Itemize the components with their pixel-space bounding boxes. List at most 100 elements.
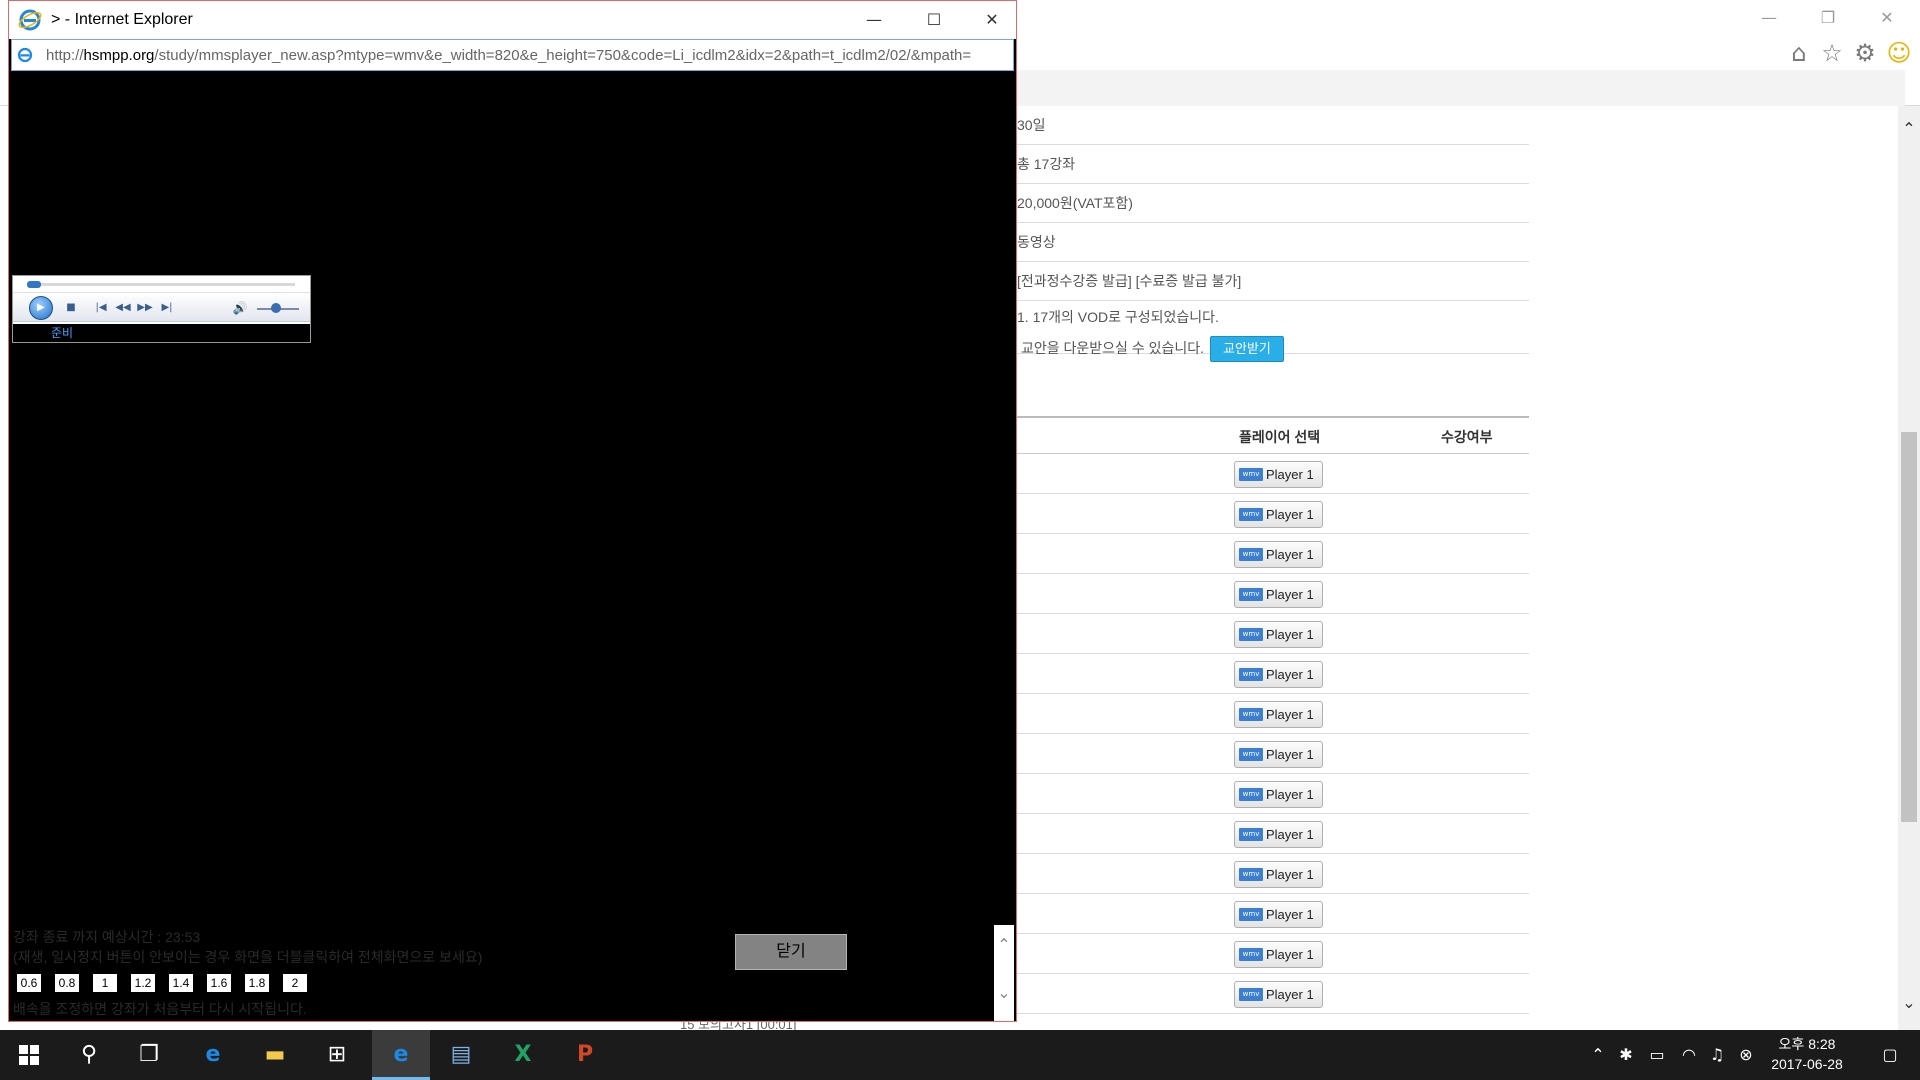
- next-icon[interactable]: ▶|: [159, 300, 175, 316]
- file-explorer-icon[interactable]: ▬: [250, 1030, 300, 1080]
- player-1-button[interactable]: wmv Player 1: [1234, 981, 1323, 1008]
- seek-knob[interactable]: [27, 281, 41, 288]
- player-1-button[interactable]: wmv Player 1: [1234, 821, 1323, 848]
- table-row: wmv Player 1: [1015, 774, 1529, 814]
- table-row: wmv Player 1: [1015, 734, 1529, 774]
- bluetooth-icon[interactable]: ✱: [1614, 1030, 1638, 1080]
- speed-button[interactable]: 1.8: [244, 973, 270, 993]
- player-content-area[interactable]: ▶ ■ |◀ ◀◀ ▶▶ ▶| 🔊 준비 강좌 종료 까지 예상시간 : 23:…: [10, 73, 1015, 1021]
- wifi-icon[interactable]: ◠: [1676, 1030, 1702, 1080]
- feedback-smiley-icon[interactable]: ☺: [1884, 38, 1914, 68]
- player-button-label: Player 1: [1266, 467, 1314, 482]
- player-button-label: Player 1: [1266, 667, 1314, 682]
- wmv-badge-icon: wmv: [1239, 508, 1263, 521]
- player-1-button[interactable]: wmv Player 1: [1234, 741, 1323, 768]
- player-1-button[interactable]: wmv Player 1: [1234, 661, 1323, 688]
- scroll-down-arrow-icon[interactable]: ⌄: [1898, 992, 1920, 1014]
- wmv-badge-icon: wmv: [1239, 548, 1263, 561]
- powerpoint-icon[interactable]: P: [560, 1030, 610, 1080]
- popup-scroll-down-icon[interactable]: ⌄: [994, 975, 1014, 1011]
- speed-button[interactable]: 2: [282, 973, 308, 993]
- player-1-button[interactable]: wmv Player 1: [1234, 461, 1323, 488]
- favorites-star-icon[interactable]: ☆: [1817, 38, 1847, 68]
- remaining-time-text: 강좌 종료 까지 예상시간 : 23:53: [13, 929, 201, 945]
- internet-explorer-icon[interactable]: e: [372, 1030, 430, 1080]
- player-1-button[interactable]: wmv Player 1: [1234, 861, 1323, 888]
- player-1-button[interactable]: wmv Player 1: [1234, 501, 1323, 528]
- volume-icon[interactable]: ♫: [1704, 1030, 1730, 1080]
- search-icon[interactable]: ⚲: [64, 1030, 114, 1080]
- previous-icon[interactable]: |◀: [93, 300, 109, 316]
- speed-button[interactable]: 1.2: [130, 973, 156, 993]
- wmv-badge-icon: wmv: [1239, 868, 1263, 881]
- close-button[interactable]: 닫기: [735, 934, 847, 970]
- popup-scroll-up-icon[interactable]: ⌃: [994, 927, 1014, 963]
- bg-minimize-button[interactable]: —: [1754, 6, 1784, 30]
- popup-maximize-button[interactable]: ☐: [912, 5, 956, 35]
- bg-restore-button[interactable]: ❐: [1813, 6, 1843, 30]
- play-icon[interactable]: ▶: [29, 296, 53, 320]
- player-button-label: Player 1: [1266, 547, 1314, 562]
- download-materials-button[interactable]: 교안받기: [1210, 336, 1284, 363]
- player-1-button[interactable]: wmv Player 1: [1234, 621, 1323, 648]
- home-icon[interactable]: ⌂: [1784, 38, 1814, 68]
- player-button-label: Player 1: [1266, 947, 1314, 962]
- player-button-label: Player 1: [1266, 867, 1314, 882]
- rewind-icon[interactable]: ◀◀: [115, 300, 131, 316]
- table-row: wmv Player 1: [1015, 534, 1529, 574]
- settings-gear-icon[interactable]: ⚙: [1850, 38, 1880, 68]
- clock[interactable]: 오후 8:28 2017-06-28: [1752, 1034, 1862, 1074]
- header-player-select: 플레이어 선택: [1239, 429, 1321, 445]
- player-1-button[interactable]: wmv Player 1: [1234, 541, 1323, 568]
- speed-button[interactable]: 0.6: [16, 973, 42, 993]
- speed-button[interactable]: 0.8: [54, 973, 80, 993]
- background-scrollbar[interactable]: ⌃ ⌄: [1898, 106, 1920, 1030]
- fullscreen-hint-text: (재생, 일시정지 버튼이 안보이는 경우 화면을 더블클릭하여 전체화면으로 …: [13, 949, 483, 965]
- volume-icon[interactable]: 🔊: [231, 300, 249, 316]
- popup-title: > - Internet Explorer: [51, 11, 193, 28]
- address-bar[interactable]: http://hsmpp.org/study/mmsplayer_new.asp…: [11, 39, 1014, 71]
- player-button-label: Player 1: [1266, 787, 1314, 802]
- popup-minimize-button[interactable]: —: [852, 5, 896, 35]
- wmv-badge-icon: wmv: [1239, 628, 1263, 641]
- player-popup-window: > - Internet Explorer — ☐ ✕ http://hsmpp…: [8, 0, 1017, 1022]
- store-icon[interactable]: ⊞: [312, 1030, 362, 1080]
- wmv-badge-icon: wmv: [1239, 788, 1263, 801]
- course-detail-content: 30일 총 17강좌 20,000원(VAT포함) 동영상 [전과정수강증 발급…: [1015, 106, 1905, 1030]
- battery-icon[interactable]: ▭: [1644, 1030, 1670, 1080]
- popup-close-button[interactable]: ✕: [970, 5, 1014, 35]
- popup-scrollbar[interactable]: ⌃ ⌄: [994, 925, 1014, 1021]
- bg-close-button[interactable]: ✕: [1872, 6, 1902, 30]
- address-url[interactable]: http://hsmpp.org/study/mmsplayer_new.asp…: [46, 47, 1014, 64]
- player-status: 준비: [13, 324, 310, 342]
- player-1-button[interactable]: wmv Player 1: [1234, 701, 1323, 728]
- wmv-badge-icon: wmv: [1239, 588, 1263, 601]
- speed-button[interactable]: 1.6: [206, 973, 232, 993]
- reader-app-icon[interactable]: ▤: [436, 1030, 486, 1080]
- fast-forward-icon[interactable]: ▶▶: [137, 300, 153, 316]
- task-view-icon[interactable]: ❐: [124, 1030, 174, 1080]
- lecture-table-header: 플레이어 선택 수강여부: [1015, 418, 1529, 454]
- wmv-badge-icon: wmv: [1239, 468, 1263, 481]
- player-1-button[interactable]: wmv Player 1: [1234, 581, 1323, 608]
- seek-bar[interactable]: [27, 281, 295, 288]
- wmv-badge-icon: wmv: [1239, 988, 1263, 1001]
- stop-icon[interactable]: ■: [63, 300, 79, 316]
- windows-start-icon[interactable]: [4, 1030, 54, 1080]
- speed-button[interactable]: 1: [92, 973, 118, 993]
- scroll-thumb[interactable]: [1901, 432, 1917, 822]
- table-row: wmv Player 1: [1015, 814, 1529, 854]
- action-center-icon[interactable]: ▢: [1870, 1030, 1910, 1080]
- lecture-table: 플레이어 선택 수강여부 wmv Player 1 wmv Player 1 wmv Pl…: [1015, 416, 1529, 1014]
- excel-icon[interactable]: X: [498, 1030, 548, 1080]
- volume-knob[interactable]: [270, 303, 281, 313]
- player-1-button[interactable]: wmv Player 1: [1234, 901, 1323, 928]
- wmv-badge-icon: wmv: [1239, 668, 1263, 681]
- show-hidden-icons-icon[interactable]: ⌃: [1586, 1030, 1610, 1080]
- scroll-up-arrow-icon[interactable]: ⌃: [1898, 118, 1920, 140]
- player-1-button[interactable]: wmv Player 1: [1234, 781, 1323, 808]
- player-1-button[interactable]: wmv Player 1: [1234, 941, 1323, 968]
- header-attendance-status: 수강여부: [1441, 429, 1493, 445]
- speed-button[interactable]: 1.4: [168, 973, 194, 993]
- edge-icon[interactable]: e: [188, 1030, 238, 1080]
